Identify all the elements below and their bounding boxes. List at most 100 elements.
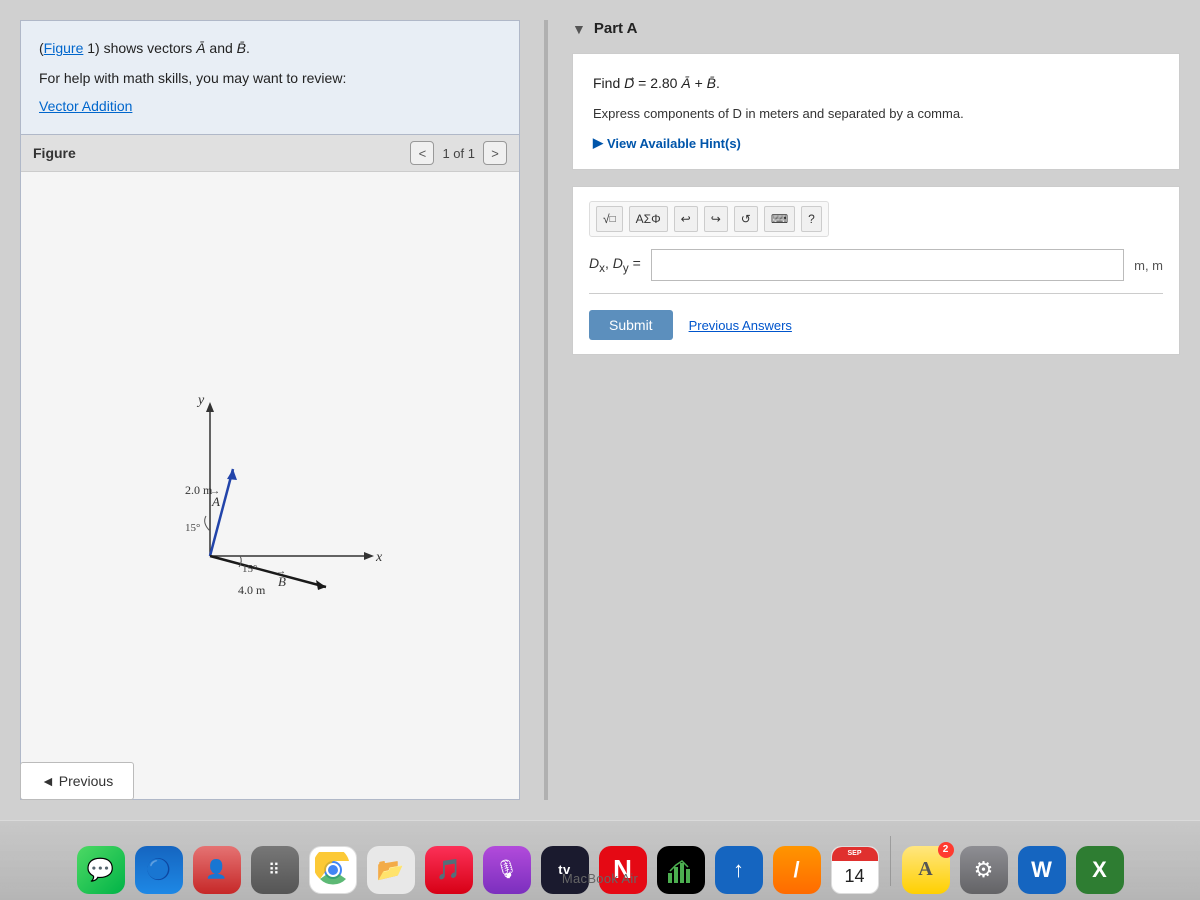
find-equation: Find D⃗ = 2.80 Ā + B̄. [593, 72, 1159, 94]
y-axis-label: y [196, 393, 205, 408]
keyboard-icon: ⌨ [771, 212, 788, 226]
redo-btn[interactable]: ↪ [704, 206, 728, 232]
figure-area: Figure < 1 of 1 > [20, 135, 520, 800]
content-area: (Figure 1) shows vectors Ā and B̄. For h… [0, 0, 1200, 820]
keynote-icon: / [773, 846, 821, 894]
submit-row: Submit Previous Answers [589, 310, 1163, 340]
podcasts-icon: 🎙 [483, 846, 531, 894]
part-label: Part A [594, 20, 638, 37]
dock-item-notes[interactable]: A 2 [899, 828, 953, 894]
figure-nav: < 1 of 1 > [410, 141, 507, 165]
left-panel: (Figure 1) shows vectors Ā and B̄. For h… [20, 20, 520, 800]
submit-button[interactable]: Submit [589, 310, 673, 340]
figure-header: Figure < 1 of 1 > [21, 135, 519, 172]
angle-b-label: 15° [242, 563, 257, 575]
previous-answers-link[interactable]: Previous Answers [689, 318, 792, 333]
files-icon: 📂 [367, 846, 415, 894]
dock-item-keynote[interactable]: / [770, 828, 824, 894]
macos-dock: 💬 🔵 👤 ⠿ [0, 820, 1200, 900]
problem-intro: (Figure 1) shows vectors Ā and B̄. [39, 37, 501, 61]
input-label: Dx, Dy = [589, 255, 641, 275]
dock-item-word[interactable]: W [1015, 828, 1069, 894]
separator [589, 293, 1163, 294]
previous-button[interactable]: ◄ Previous [20, 762, 134, 800]
sqrt-icon: √ [603, 212, 610, 226]
dock-item-podcasts[interactable]: 🎙 [480, 828, 534, 894]
hint-text: View Available Hint(s) [607, 136, 741, 151]
x-axis-label: x [375, 550, 383, 565]
svg-text:→: → [276, 566, 286, 577]
figure-nav-label: 1 of 1 [442, 146, 475, 161]
dock-item-messages[interactable]: 💬 [74, 828, 128, 894]
refresh-icon: ↺ [741, 212, 751, 226]
dock-item-files[interactable]: 📂 [364, 828, 418, 894]
dock-item-netflix[interactable]: N [596, 828, 650, 894]
chrome-icon [309, 846, 357, 894]
notes-badge: 2 [938, 842, 954, 858]
sqrt-btn[interactable]: √□ [596, 206, 623, 232]
figure-label: Figure [33, 145, 76, 161]
figure-next-btn[interactable]: > [483, 141, 507, 165]
answer-toolbar: √□ ΑΣΦ ↩ ↪ ↺ ⌨ [589, 201, 829, 237]
express-instruction: Express components of D in meters and se… [593, 104, 1159, 125]
previous-nav: ◄ Previous [20, 762, 134, 800]
part-header: ▼ Part A [572, 20, 1180, 37]
unit-label: m, m [1134, 258, 1163, 273]
dock-item-finder[interactable]: 🔵 [132, 828, 186, 894]
dock-item-sysprefs[interactable]: ⚙ [957, 828, 1011, 894]
answer-input[interactable] [651, 249, 1124, 281]
part-collapse-arrow[interactable]: ▼ [572, 21, 586, 37]
dock-item-excel[interactable]: X [1073, 828, 1127, 894]
finder-icon: 🔵 [135, 846, 183, 894]
netflix-icon: N [599, 846, 647, 894]
dock-item-launchpad[interactable]: ⠿ [248, 828, 302, 894]
music-icon: 🎵 [425, 846, 473, 894]
dock-item-music[interactable]: 🎵 [422, 828, 476, 894]
right-panel: ▼ Part A Find D⃗ = 2.80 Ā + B̄. Express … [572, 20, 1180, 800]
angle-a-label: 15° [185, 522, 200, 534]
dock-item-contacts[interactable]: 👤 [190, 828, 244, 894]
sysprefs-icon: ⚙ [960, 846, 1008, 894]
length-a-label: 2.0 m [185, 483, 213, 497]
dock-item-stocks[interactable] [654, 828, 708, 894]
messages-icon: 💬 [77, 846, 125, 894]
review-text: For help with math skills, you may want … [39, 67, 501, 91]
input-row: Dx, Dy = m, m [589, 249, 1163, 281]
dock-item-appletv[interactable]: tv [538, 828, 592, 894]
calendar-date: 14 [844, 866, 864, 887]
figure-link[interactable]: Figure [44, 40, 84, 56]
part-content: Find D⃗ = 2.80 Ā + B̄. Express component… [572, 53, 1180, 170]
undo-icon: ↩ [681, 212, 691, 226]
dock-item-chrome[interactable] [306, 828, 360, 894]
calendar-month: SEP [847, 850, 861, 857]
problem-text-box: (Figure 1) shows vectors Ā and B̄. For h… [20, 20, 520, 135]
length-b-label: 4.0 m [238, 583, 266, 596]
appletv-icon: tv [541, 846, 589, 894]
symbol-text: ΑΣΦ [636, 212, 661, 226]
launchpad-icon: ⠿ [251, 846, 299, 894]
symbol-btn[interactable]: ΑΣΦ [629, 206, 668, 232]
notes-icon: A 2 [902, 846, 950, 894]
dock-separator [890, 836, 891, 886]
hint-arrow: ▶ [593, 135, 603, 151]
dock-item-photos[interactable]: ↑ [712, 828, 766, 894]
help-icon: ? [808, 212, 815, 226]
figure-prev-btn[interactable]: < [410, 141, 434, 165]
calendar-icon: SEP 14 [831, 846, 879, 894]
answer-area: √□ ΑΣΦ ↩ ↪ ↺ ⌨ [572, 186, 1180, 355]
photos-icon: ↑ [715, 846, 763, 894]
word-icon: W [1018, 846, 1066, 894]
keyboard-btn[interactable]: ⌨ [764, 206, 795, 232]
hint-link[interactable]: ▶ View Available Hint(s) [593, 135, 1159, 151]
stocks-icon [657, 846, 705, 894]
redo-icon: ↪ [711, 212, 721, 226]
undo-btn[interactable]: ↩ [674, 206, 698, 232]
vector-diagram: y x 15° A → [130, 376, 410, 596]
excel-icon: X [1076, 846, 1124, 894]
figure-canvas: y x 15° A → [21, 172, 519, 799]
refresh-btn[interactable]: ↺ [734, 206, 758, 232]
dock-item-calendar[interactable]: SEP 14 [828, 828, 882, 894]
help-btn[interactable]: ? [801, 206, 822, 232]
main-content: (Figure 1) shows vectors Ā and B̄. For h… [0, 0, 1200, 820]
vector-addition-link[interactable]: Vector Addition [39, 95, 501, 119]
